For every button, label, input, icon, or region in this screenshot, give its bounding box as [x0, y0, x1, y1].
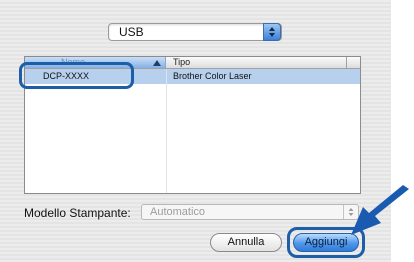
- printer-type-cell: Brother Color Laser: [173, 71, 252, 81]
- pointer-arrow-icon: [351, 185, 409, 235]
- model-popup-value: Automatico: [150, 206, 206, 218]
- printer-browser-dialog: USB Nome Tipo DCP-XXXX Brother Color Las…: [0, 0, 391, 262]
- connection-popup-value: USB: [119, 25, 144, 39]
- model-popup[interactable]: Automatico: [141, 204, 359, 220]
- cancel-button[interactable]: Annulla: [210, 233, 282, 252]
- model-label: Modello Stampante:: [24, 206, 131, 220]
- popup-arrows-icon: [263, 23, 281, 41]
- column-header-type-label[interactable]: Tipo: [173, 57, 190, 68]
- connection-popup[interactable]: USB: [108, 23, 282, 41]
- column-header-end: [346, 57, 360, 68]
- column-divider: [166, 69, 167, 193]
- sort-ascending-icon: [153, 60, 161, 66]
- printer-name-highlight-ring: [19, 62, 134, 89]
